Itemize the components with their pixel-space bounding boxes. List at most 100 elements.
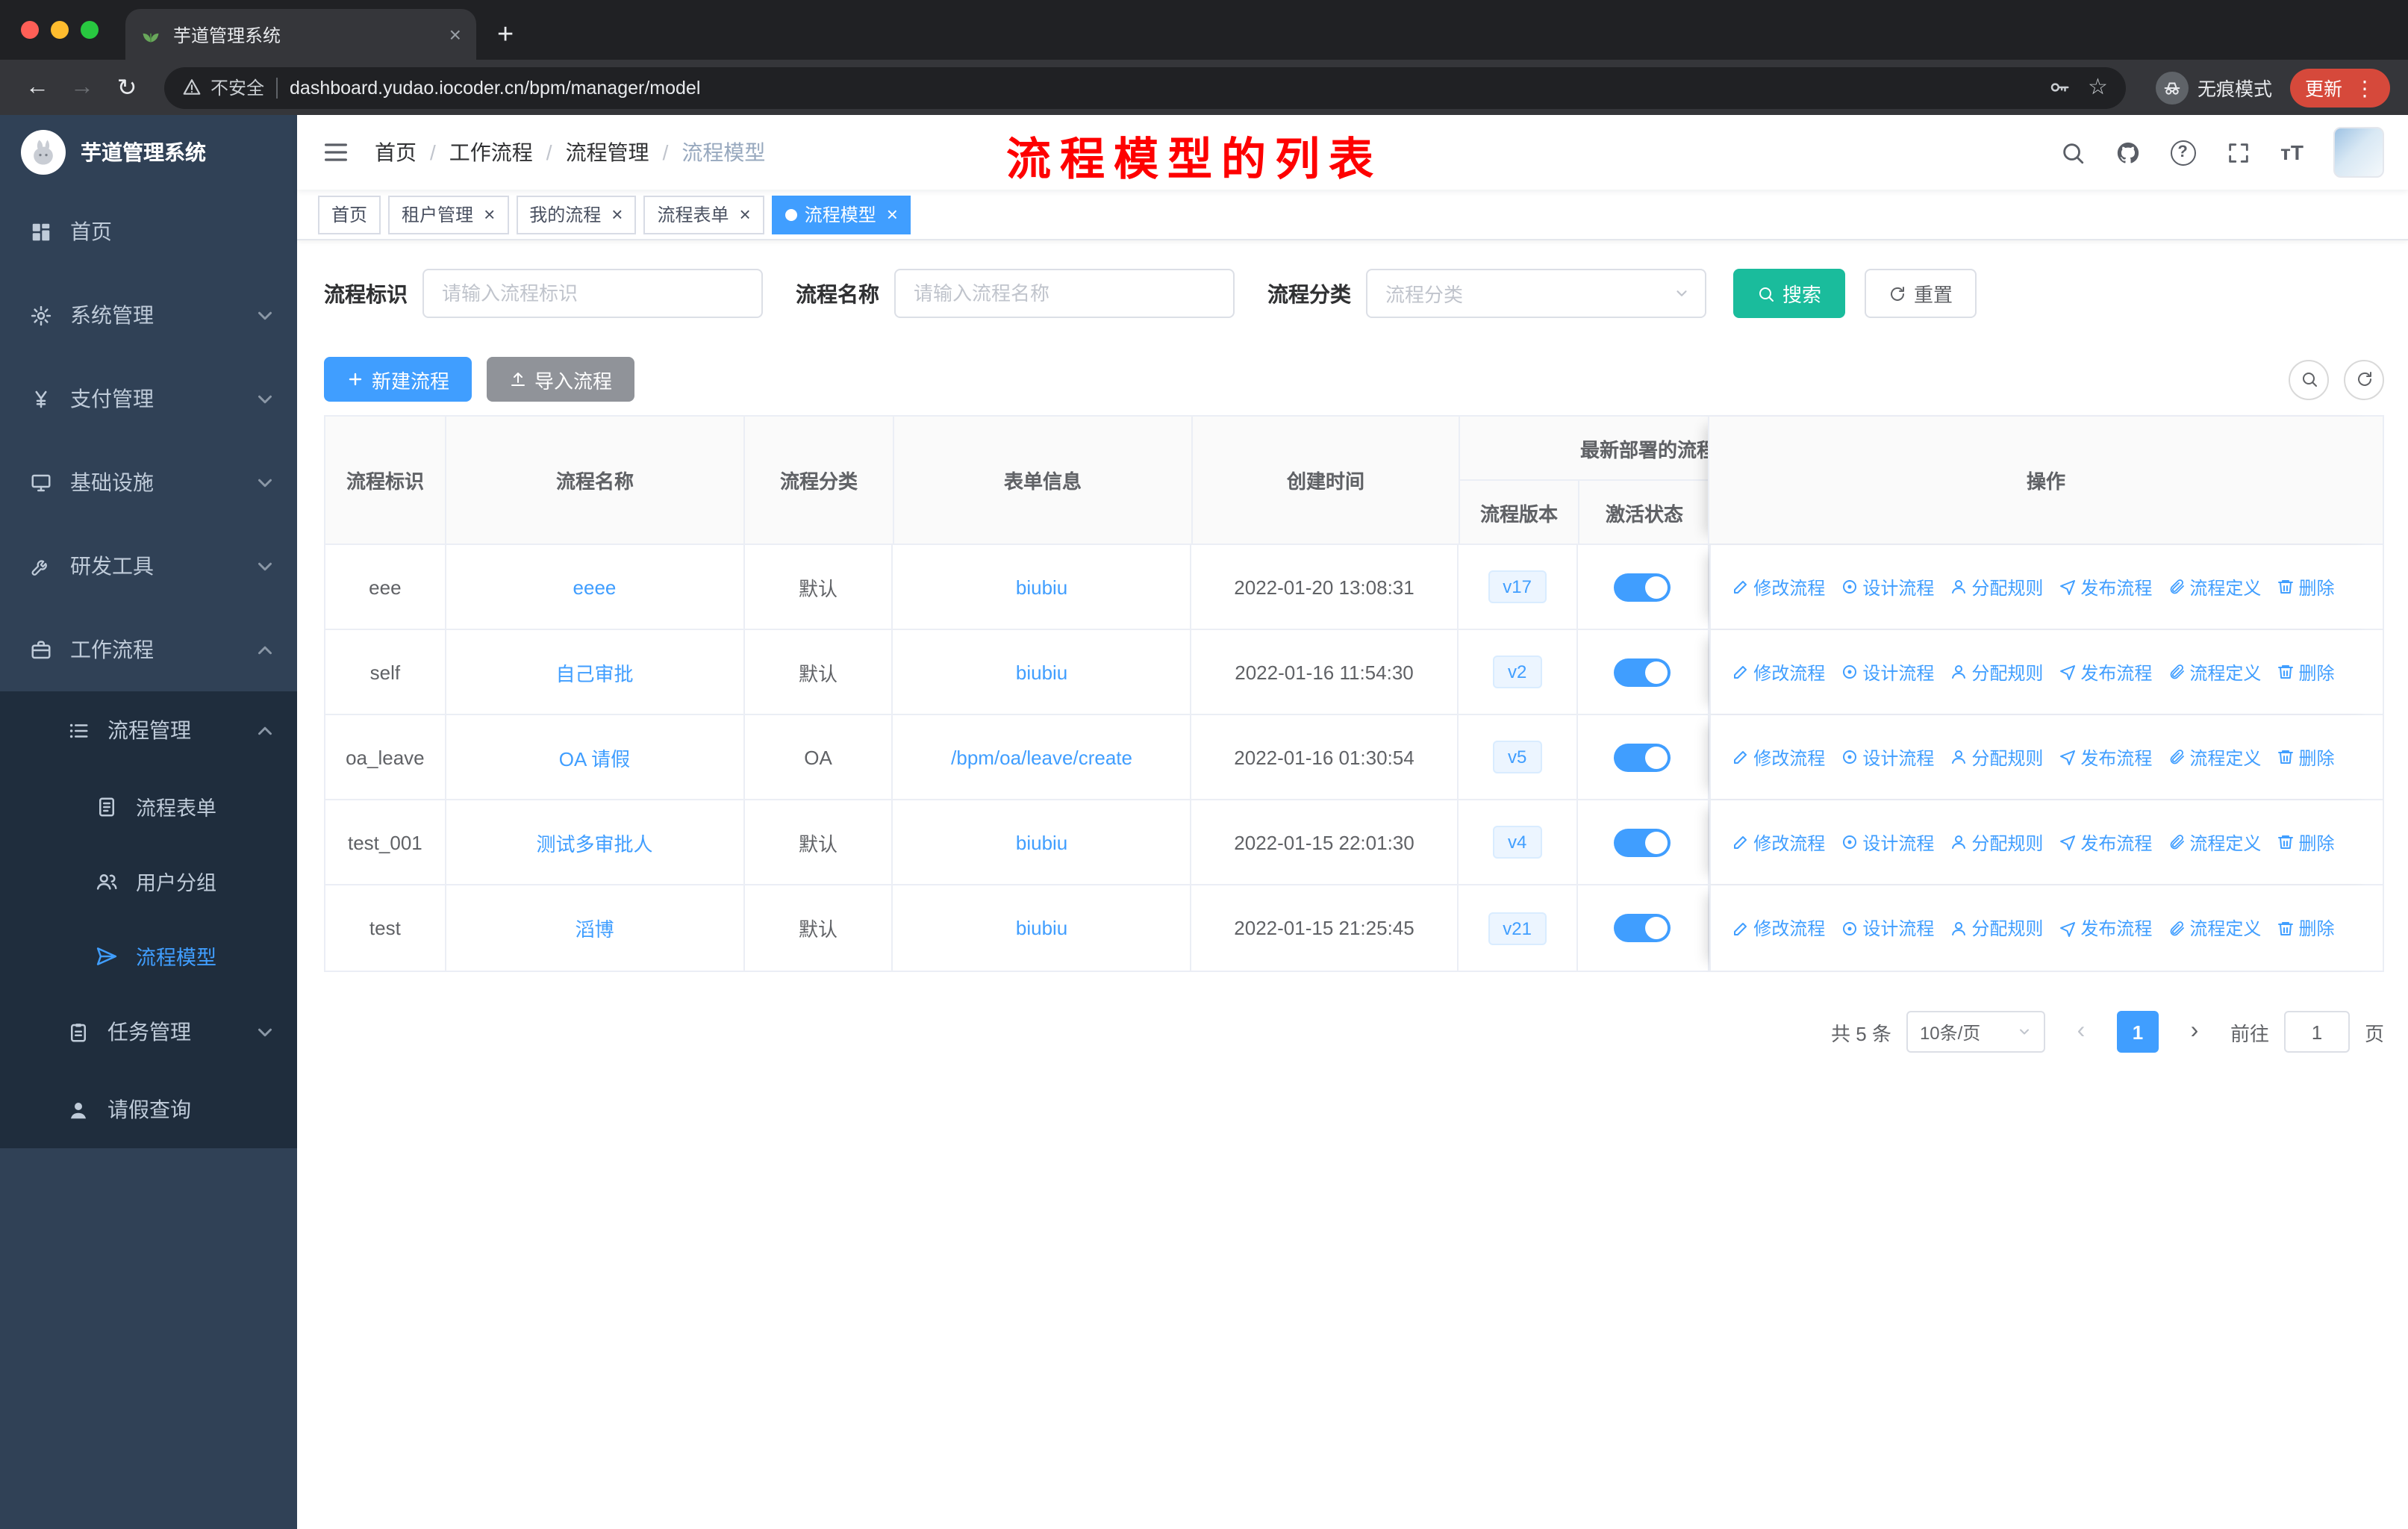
prev-page-button[interactable]: ‹	[2060, 1011, 2102, 1053]
sidebar-item-system-management[interactable]: 系统管理	[0, 273, 297, 357]
browser-tab[interactable]: 芋道管理系统 ×	[125, 9, 476, 60]
tag-process-form[interactable]: 流程表单 ×	[643, 195, 764, 234]
sidebar-item-dev-tools[interactable]: 研发工具	[0, 524, 297, 608]
sidebar-item-process-model[interactable]: 流程模型	[0, 918, 297, 993]
zoom-window-button[interactable]	[81, 21, 99, 39]
design-process-action[interactable]: 设计流程	[1840, 574, 1934, 600]
publish-process-action[interactable]: 发布流程	[2058, 829, 2152, 855]
process-definition-action[interactable]: 流程定义	[2167, 659, 2261, 685]
close-icon[interactable]: ×	[887, 205, 898, 224]
github-icon[interactable]	[2115, 140, 2140, 165]
tag-tenant-management[interactable]: 租户管理 ×	[388, 195, 509, 234]
design-process-action[interactable]: 设计流程	[1840, 829, 1934, 855]
version-tag[interactable]: v2	[1492, 655, 1542, 688]
form-info-link[interactable]: biubiu	[1016, 661, 1067, 683]
breadcrumb-workflow[interactable]: 工作流程	[449, 137, 533, 167]
close-icon[interactable]: ×	[611, 205, 623, 224]
form-info-link[interactable]: biubiu	[1016, 917, 1067, 939]
tag-process-model[interactable]: 流程模型 ×	[771, 195, 911, 234]
refresh-table-button[interactable]	[2344, 359, 2384, 399]
active-toggle[interactable]	[1614, 658, 1671, 686]
form-info-link[interactable]: /bpm/oa/leave/create	[951, 746, 1132, 768]
toggle-search-button[interactable]	[2289, 359, 2329, 399]
design-process-action[interactable]: 设计流程	[1840, 915, 1934, 941]
font-size-icon[interactable]: тT	[2280, 140, 2303, 164]
design-process-action[interactable]: 设计流程	[1840, 659, 1934, 685]
fullscreen-icon[interactable]	[2225, 140, 2251, 165]
edit-process-action[interactable]: 修改流程	[1731, 744, 1825, 770]
security-indicator[interactable]: 不安全	[182, 75, 264, 100]
edit-process-action[interactable]: 修改流程	[1731, 659, 1825, 685]
tag-home[interactable]: 首页	[318, 195, 381, 234]
process-name-link[interactable]: 自己审批	[555, 658, 633, 686]
current-page-button[interactable]: 1	[2116, 1011, 2159, 1053]
bookmark-star-icon[interactable]: ☆	[2088, 76, 2108, 99]
sidebar-item-home[interactable]: 首页	[0, 190, 297, 273]
sidebar-item-leave-query[interactable]: 请假查询	[0, 1071, 297, 1148]
user-avatar[interactable]	[2333, 127, 2384, 178]
publish-process-action[interactable]: 发布流程	[2058, 915, 2152, 941]
delete-process-action[interactable]: 删除	[2276, 829, 2334, 855]
form-info-link[interactable]: biubiu	[1016, 831, 1067, 853]
create-process-button[interactable]: 新建流程	[324, 357, 472, 402]
minimize-window-button[interactable]	[51, 21, 69, 39]
process-definition-action[interactable]: 流程定义	[2167, 574, 2261, 600]
breadcrumb-process-management[interactable]: 流程管理	[566, 137, 649, 167]
process-definition-action[interactable]: 流程定义	[2167, 915, 2261, 941]
sidebar-item-workflow[interactable]: 工作流程	[0, 608, 297, 691]
version-tag[interactable]: v17	[1488, 570, 1547, 603]
edit-process-action[interactable]: 修改流程	[1731, 829, 1825, 855]
delete-process-action[interactable]: 删除	[2276, 574, 2334, 600]
version-tag[interactable]: v4	[1492, 826, 1542, 859]
key-icon[interactable]	[2047, 76, 2070, 99]
edit-process-action[interactable]: 修改流程	[1731, 574, 1825, 600]
version-tag[interactable]: v21	[1488, 912, 1547, 944]
tag-my-process[interactable]: 我的流程 ×	[516, 195, 637, 234]
process-name-link[interactable]: OA 请假	[559, 743, 630, 771]
page-size-select[interactable]: 10条/页	[1906, 1011, 2045, 1053]
design-process-action[interactable]: 设计流程	[1840, 744, 1934, 770]
version-tag[interactable]: v5	[1492, 741, 1542, 773]
process-name-input[interactable]	[894, 269, 1235, 318]
publish-process-action[interactable]: 发布流程	[2058, 574, 2152, 600]
sidebar-item-process-management[interactable]: 流程管理	[0, 691, 297, 769]
delete-process-action[interactable]: 删除	[2276, 915, 2334, 941]
process-definition-action[interactable]: 流程定义	[2167, 744, 2261, 770]
assign-rule-action[interactable]: 分配规则	[1949, 829, 2043, 855]
sidebar-item-payment-management[interactable]: 支付管理	[0, 357, 297, 440]
reset-button[interactable]: 重置	[1865, 269, 1977, 318]
assign-rule-action[interactable]: 分配规则	[1949, 915, 2043, 941]
sidebar-item-task-management[interactable]: 任务管理	[0, 993, 297, 1071]
next-page-button[interactable]: ›	[2174, 1011, 2215, 1053]
assign-rule-action[interactable]: 分配规则	[1949, 744, 2043, 770]
import-process-button[interactable]: 导入流程	[487, 357, 635, 402]
process-category-select[interactable]: 流程分类	[1366, 269, 1706, 318]
close-icon[interactable]: ×	[740, 205, 751, 224]
back-button[interactable]: ←	[18, 74, 57, 101]
process-definition-action[interactable]: 流程定义	[2167, 829, 2261, 855]
new-tab-button[interactable]: +	[497, 21, 514, 49]
publish-process-action[interactable]: 发布流程	[2058, 659, 2152, 685]
update-browser-button[interactable]: 更新 ⋮	[2289, 68, 2390, 107]
search-button[interactable]: 搜索	[1733, 269, 1846, 318]
delete-process-action[interactable]: 删除	[2276, 659, 2334, 685]
process-name-link[interactable]: 滔博	[575, 914, 614, 942]
active-toggle[interactable]	[1614, 573, 1671, 601]
search-icon[interactable]	[2059, 140, 2085, 165]
process-name-link[interactable]: 测试多审批人	[536, 828, 652, 856]
process-name-link[interactable]: eeee	[573, 576, 617, 598]
edit-process-action[interactable]: 修改流程	[1731, 915, 1825, 941]
close-tab-icon[interactable]: ×	[449, 24, 461, 45]
active-toggle[interactable]	[1614, 914, 1671, 942]
reload-button[interactable]: ↻	[107, 72, 146, 102]
active-toggle[interactable]	[1614, 828, 1671, 856]
forward-button[interactable]: →	[63, 74, 102, 101]
sidebar-toggle-icon[interactable]	[321, 137, 351, 167]
sidebar-item-infrastructure[interactable]: 基础设施	[0, 440, 297, 524]
process-key-input[interactable]	[422, 269, 763, 318]
delete-process-action[interactable]: 删除	[2276, 744, 2334, 770]
active-toggle[interactable]	[1614, 743, 1671, 771]
assign-rule-action[interactable]: 分配规则	[1949, 574, 2043, 600]
assign-rule-action[interactable]: 分配规则	[1949, 659, 2043, 685]
address-bar[interactable]: 不安全 dashboard.yudao.iocoder.cn/bpm/manag…	[164, 66, 2126, 108]
